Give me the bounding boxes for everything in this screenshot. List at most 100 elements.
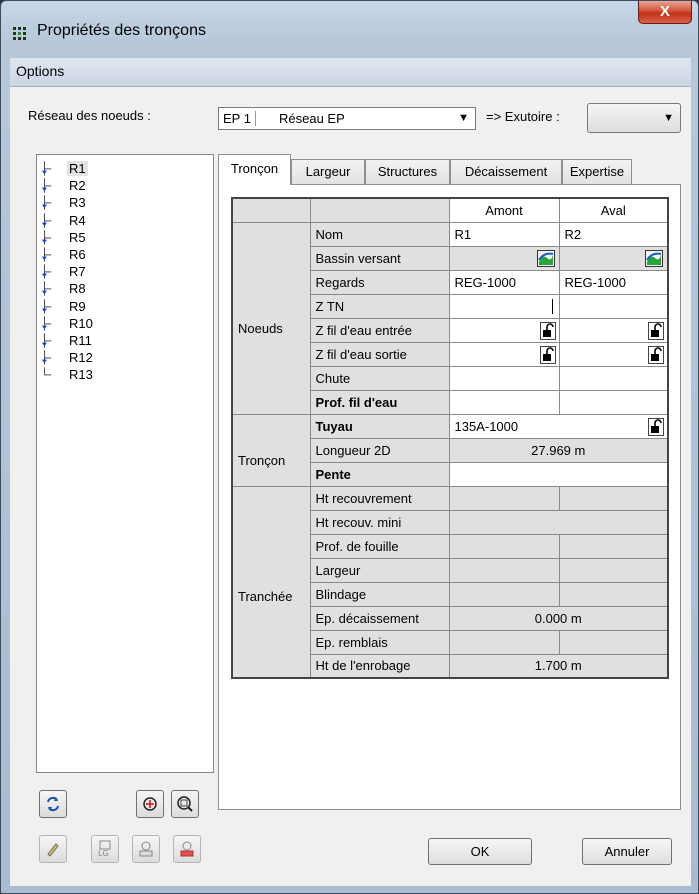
tab-largeur[interactable]: Largeur [291,159,365,184]
tab-expertise[interactable]: Expertise [562,159,632,184]
lg-icon: LG [98,840,111,858]
cell-tuyau[interactable]: 135A-1000 [448,413,669,439]
tree-item-label: R5 [69,229,86,245]
lock-icon[interactable] [648,417,664,436]
lock-icon[interactable] [539,345,556,364]
row-label: Chute [309,365,450,391]
cell-largeur-aval [558,557,669,583]
node-icon [41,264,52,279]
edit-button[interactable] [39,835,67,863]
tree-item-label: R13 [69,367,93,383]
cell-ztn-amont[interactable] [448,293,560,319]
cell-chute-aval[interactable] [558,365,669,391]
cell-prof-fe-amont[interactable] [448,389,560,415]
tree-item-r3[interactable]: R3 [37,194,207,211]
row-label: Blindage [309,581,450,607]
network-code: EP 1 [223,111,256,126]
tree-item-r4[interactable]: R4 [37,212,207,229]
cell-prof-fe-aval[interactable] [558,389,669,415]
tree-item-r6[interactable]: R6 [37,246,207,263]
lock-icon[interactable] [539,321,556,340]
row-label: Ep. remblais [309,629,450,655]
cell-nom-amont[interactable]: R1 [448,221,560,247]
tree-item-r13[interactable]: R13 [37,366,207,383]
cell-ep-remblais-aval [558,629,669,655]
node-tree[interactable]: R1 R2 R3 R4 R5 R6 R7 R8 R9 R10 R11 R12 R13 [36,154,214,773]
cell-regards-amont[interactable]: REG-1000 [448,269,560,295]
title-bar: Propriétés des tronçons X [1,1,698,53]
cell-prof-fouille-amont [448,533,560,559]
ok-button[interactable]: OK [428,838,532,865]
group-tranchee: Tranchée [231,485,311,679]
row-label: Ht recouv. mini [309,509,450,535]
node-icon [41,161,52,176]
cell-blindage-amont [448,581,560,607]
dialog-client: Réseau des noeuds : EP 1 Réseau EP ▼ => … [10,87,691,886]
print-node-button[interactable] [132,835,160,863]
print-red-button[interactable] [173,835,201,863]
row-label: Longueur 2D [309,437,450,463]
row-label: Z fil d'eau entrée [309,317,450,343]
cell-ep-decaiss: 0.000 m [448,605,669,631]
tab-troncon[interactable]: Tronçon [218,154,291,185]
tree-item-label: R4 [69,212,86,228]
troncon-panel: Amont Aval Noeuds Nom R1 R2 Bassin versa… [218,184,681,810]
node-icon [44,367,52,376]
menu-options[interactable]: Options [16,63,64,79]
tree-item-r8[interactable]: R8 [37,280,207,297]
chevron-down-icon: ▼ [663,112,674,124]
close-button[interactable]: X [638,1,692,24]
tree-item-r2[interactable]: R2 [37,177,207,194]
exutoire-label: => Exutoire : [486,109,560,124]
refresh-button[interactable] [39,790,67,818]
lock-icon[interactable] [648,321,664,340]
bassin-icon[interactable] [536,249,555,267]
tree-item-r7[interactable]: R7 [37,263,207,280]
row-label: Z TN [309,293,450,319]
zoom-in-button[interactable] [136,790,164,818]
exutoire-select[interactable]: ▼ [587,103,681,133]
tab-structures[interactable]: Structures [365,159,450,184]
tree-item-r10[interactable]: R10 [37,315,207,332]
cell-ht-recouv-mini [448,509,669,535]
tree-item-r11[interactable]: R11 [37,332,207,349]
row-label: Prof. fil d'eau [309,389,450,415]
node-icon [41,195,52,211]
cell-regards-aval[interactable]: REG-1000 [558,269,669,295]
cell-pente[interactable] [448,461,669,487]
tab-decaissement[interactable]: Décaissement [450,159,562,184]
node-icon [41,350,52,365]
tree-item-r5[interactable]: R5 [37,229,207,246]
row-label: Ep. décaissement [309,605,450,631]
cell-bassin-aval[interactable] [558,245,669,271]
lock-icon[interactable] [648,345,664,364]
cell-bassin-amont[interactable] [448,245,560,271]
tree-item-label: R2 [69,178,86,194]
menu-bar: Options [10,58,691,87]
tree-item-r12[interactable]: R12 [37,349,207,366]
cell-chute-amont[interactable] [448,365,560,391]
row-label: Prof. de fouille [309,533,450,559]
zoom-extent-button[interactable] [171,790,199,818]
cell-zfe-entree-amont[interactable] [448,317,560,343]
cell-zfe-sortie-amont[interactable] [448,341,560,367]
cell-zfe-sortie-aval[interactable] [558,341,669,367]
group-noeuds: Noeuds [231,221,311,415]
row-label: Ht recouvrement [309,485,450,511]
row-label: Bassin versant [309,245,450,271]
node-icon [41,281,52,297]
node-icon [41,316,52,331]
tree-item-r9[interactable]: R9 [37,298,207,315]
tree-item-label: R3 [69,195,86,211]
lg-button[interactable]: LG [91,835,119,863]
tree-item-r1[interactable]: R1 [37,160,207,177]
network-select[interactable]: EP 1 Réseau EP ▼ [218,107,476,130]
cell-ztn-aval[interactable] [558,293,669,319]
cell-largeur-amont [448,557,560,583]
row-label: Regards [309,269,450,295]
cancel-button[interactable]: Annuler [582,838,672,865]
node-icon [41,178,52,193]
bassin-icon[interactable] [645,249,663,267]
cell-nom-aval[interactable]: R2 [558,221,669,247]
cell-zfe-entree-aval[interactable] [558,317,669,343]
